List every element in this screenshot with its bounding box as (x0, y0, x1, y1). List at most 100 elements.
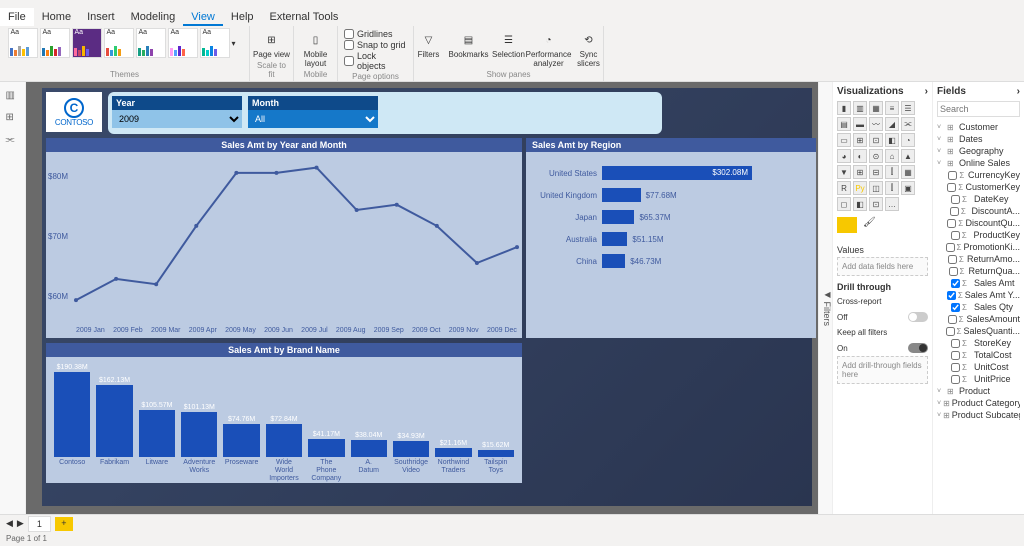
menu-modeling[interactable]: Modeling (123, 8, 184, 26)
page-tab[interactable]: 1 (28, 516, 51, 532)
bookmark-icon: ▤ (459, 30, 479, 50)
snap-checkbox[interactable]: Snap to grid (344, 40, 407, 50)
table-row[interactable]: ˅⊞Product (937, 385, 1020, 397)
perf-analyzer-button[interactable]: ◔Performance analyzer (529, 28, 569, 68)
field-row[interactable]: ΣSales Amt Y... (937, 289, 1020, 301)
selection-icon: ☰ (499, 30, 519, 50)
status-bar: Page 1 of 1 (0, 532, 1024, 546)
themes-more-icon[interactable]: ▾ (232, 28, 242, 58)
year-slicer[interactable]: 2009 (112, 110, 242, 128)
brand-bar: $34.93MSouthridgeVideo (393, 433, 429, 479)
gridlines-checkbox[interactable]: Gridlines (344, 29, 407, 39)
selection-button[interactable]: ☰Selection (489, 28, 529, 68)
field-row[interactable]: ΣSales Amt (937, 277, 1020, 289)
brand-bar: $105.57MLitware (139, 402, 175, 479)
field-row[interactable]: ΣDateKey (937, 193, 1020, 205)
line-chart[interactable]: Sales Amt by Year and Month $80M $70M $6… (46, 138, 522, 338)
menu-view[interactable]: View (183, 8, 223, 26)
table-row[interactable]: ˅⊞Product Category (937, 397, 1020, 409)
sync-slicers-button[interactable]: ⟲Sync slicers (569, 28, 609, 68)
table-row[interactable]: ˅⊞Dates (937, 133, 1020, 145)
visualizations-pane: Visualizations› ▮▥▦≡☰▤▬ 〰◢⫘▭⊞⊡◧ ◔◕◐⊙⌂▲▼ … (832, 82, 932, 514)
field-row[interactable]: ΣCustomerKey (937, 181, 1020, 193)
perf-icon: ◔ (539, 30, 559, 50)
filters-pane-button[interactable]: ▽Filters (409, 28, 449, 68)
month-slicer-label: Month (248, 96, 378, 110)
model-view-icon[interactable]: ⫘ (6, 134, 20, 148)
region-bar: Australia$51.15M (532, 232, 810, 246)
brand-bar: $72.84MWideWorld Importers (266, 416, 302, 479)
bookmarks-button[interactable]: ▤Bookmarks (449, 28, 489, 68)
table-row[interactable]: ˅⊞Product Subcateg... (937, 409, 1020, 421)
menu-external-tools[interactable]: External Tools (262, 8, 347, 26)
mobile-icon: ▯ (306, 30, 326, 50)
menu-home[interactable]: Home (34, 8, 79, 26)
region-chart[interactable]: Sales Amt by Region United States$302.08… (526, 138, 816, 338)
fields-search[interactable] (937, 101, 1020, 117)
filter-icon: ▽ (419, 30, 439, 50)
menu-bar: File Home Insert Modeling View Help Exte… (0, 8, 1024, 26)
viz-gallery[interactable]: ▮▥▦≡☰▤▬ 〰◢⫘▭⊞⊡◧ ◔◕◐⊙⌂▲▼ ⊞⊟⫿▦RPy ◫⫿▣◻◧⊡… (837, 101, 928, 211)
menu-help[interactable]: Help (223, 8, 262, 26)
brand-bar: $15.62MTailspinToys (478, 442, 514, 479)
field-row[interactable]: ΣUnitPrice (937, 373, 1020, 385)
page-tabs: ◀▶ 1 + (0, 514, 1024, 532)
table-row[interactable]: ˅⊞Geography (937, 145, 1020, 157)
slicer-panel: Year 2009 Month All (108, 92, 662, 134)
table-row[interactable]: ˅⊞Online Sales (937, 157, 1020, 169)
page-view-button[interactable]: ⊞Page view (252, 28, 292, 59)
field-row[interactable]: ΣReturnQua... (937, 265, 1020, 277)
view-rail: ▥ ⊞ ⫘ (0, 82, 26, 514)
mobile-layout-button[interactable]: ▯Mobile layout (296, 28, 336, 68)
field-row[interactable]: ΣTotalCost (937, 349, 1020, 361)
field-row[interactable]: ΣCurrencyKey (937, 169, 1020, 181)
page-view-icon: ⊞ (262, 30, 282, 50)
brand-bar: $101.13MAdventureWorks (181, 404, 217, 479)
region-bar: United Kingdom$77.68M (532, 188, 810, 202)
report-view-icon[interactable]: ▥ (6, 90, 20, 104)
report-canvas[interactable]: C CONTOSO Year 2009 Month All Sales Amt … (26, 82, 818, 514)
filters-pane-collapsed[interactable]: ◀ Filters (818, 82, 832, 514)
field-row[interactable]: ΣDiscountA... (937, 205, 1020, 217)
field-row[interactable]: ΣSalesQuanti... (937, 325, 1020, 337)
sync-icon: ⟲ (579, 30, 599, 50)
region-bar: United States$302.08M (532, 166, 810, 180)
fields-tab-icon[interactable] (837, 217, 857, 233)
brand-bar: $74.76MProseware (223, 416, 259, 479)
fields-pane: Fields› ˅⊞Customer˅⊞Dates˅⊞Geography˅⊞On… (932, 82, 1024, 514)
field-row[interactable]: ΣSales Qty (937, 301, 1020, 313)
lock-checkbox[interactable]: Lock objects (344, 51, 407, 71)
brand-bar: $21.16MNorthwindTraders (435, 440, 471, 479)
region-bar: China$46.73M (532, 254, 810, 268)
brand-chart[interactable]: Sales Amt by Brand Name $190.38MContoso$… (46, 343, 522, 483)
format-tab-icon[interactable]: 🖌 (863, 217, 876, 233)
logo: C CONTOSO (46, 92, 102, 132)
field-row[interactable]: ΣReturnAmo... (937, 253, 1020, 265)
menu-insert[interactable]: Insert (79, 8, 123, 26)
month-slicer[interactable]: All (248, 110, 378, 128)
field-row[interactable]: ΣUnitCost (937, 361, 1020, 373)
add-page-button[interactable]: + (55, 517, 73, 531)
themes-gallery[interactable]: Aa Aa Aa Aa Aa Aa Aa ▾ (8, 28, 242, 58)
data-view-icon[interactable]: ⊞ (6, 112, 20, 126)
brand-bar: $190.38MContoso (54, 364, 90, 479)
field-row[interactable]: ΣDiscountQu... (937, 217, 1020, 229)
brand-bar: $41.17MThePhone Company (308, 431, 344, 479)
region-bar: Japan$65.37M (532, 210, 810, 224)
drill-drop[interactable]: Add drill-through fields here (837, 356, 928, 384)
field-row[interactable]: ΣStoreKey (937, 337, 1020, 349)
field-row[interactable]: ΣProductKey (937, 229, 1020, 241)
collapse-viz-icon[interactable]: › (925, 86, 928, 97)
ribbon: Aa Aa Aa Aa Aa Aa Aa ▾ Themes ⊞Page view… (0, 26, 1024, 82)
brand-bar: $38.04MA.Datum (351, 432, 387, 479)
field-row[interactable]: ΣPromotionKi... (937, 241, 1020, 253)
keep-filters-toggle[interactable] (908, 343, 928, 353)
brand-bar: $162.13MFabrikam (96, 377, 132, 479)
table-row[interactable]: ˅⊞Customer (937, 121, 1020, 133)
year-slicer-label: Year (112, 96, 242, 110)
cross-report-toggle[interactable] (908, 312, 928, 322)
collapse-fields-icon[interactable]: › (1017, 86, 1020, 97)
values-drop[interactable]: Add data fields here (837, 257, 928, 276)
field-row[interactable]: ΣSalesAmount (937, 313, 1020, 325)
menu-file[interactable]: File (0, 8, 34, 26)
